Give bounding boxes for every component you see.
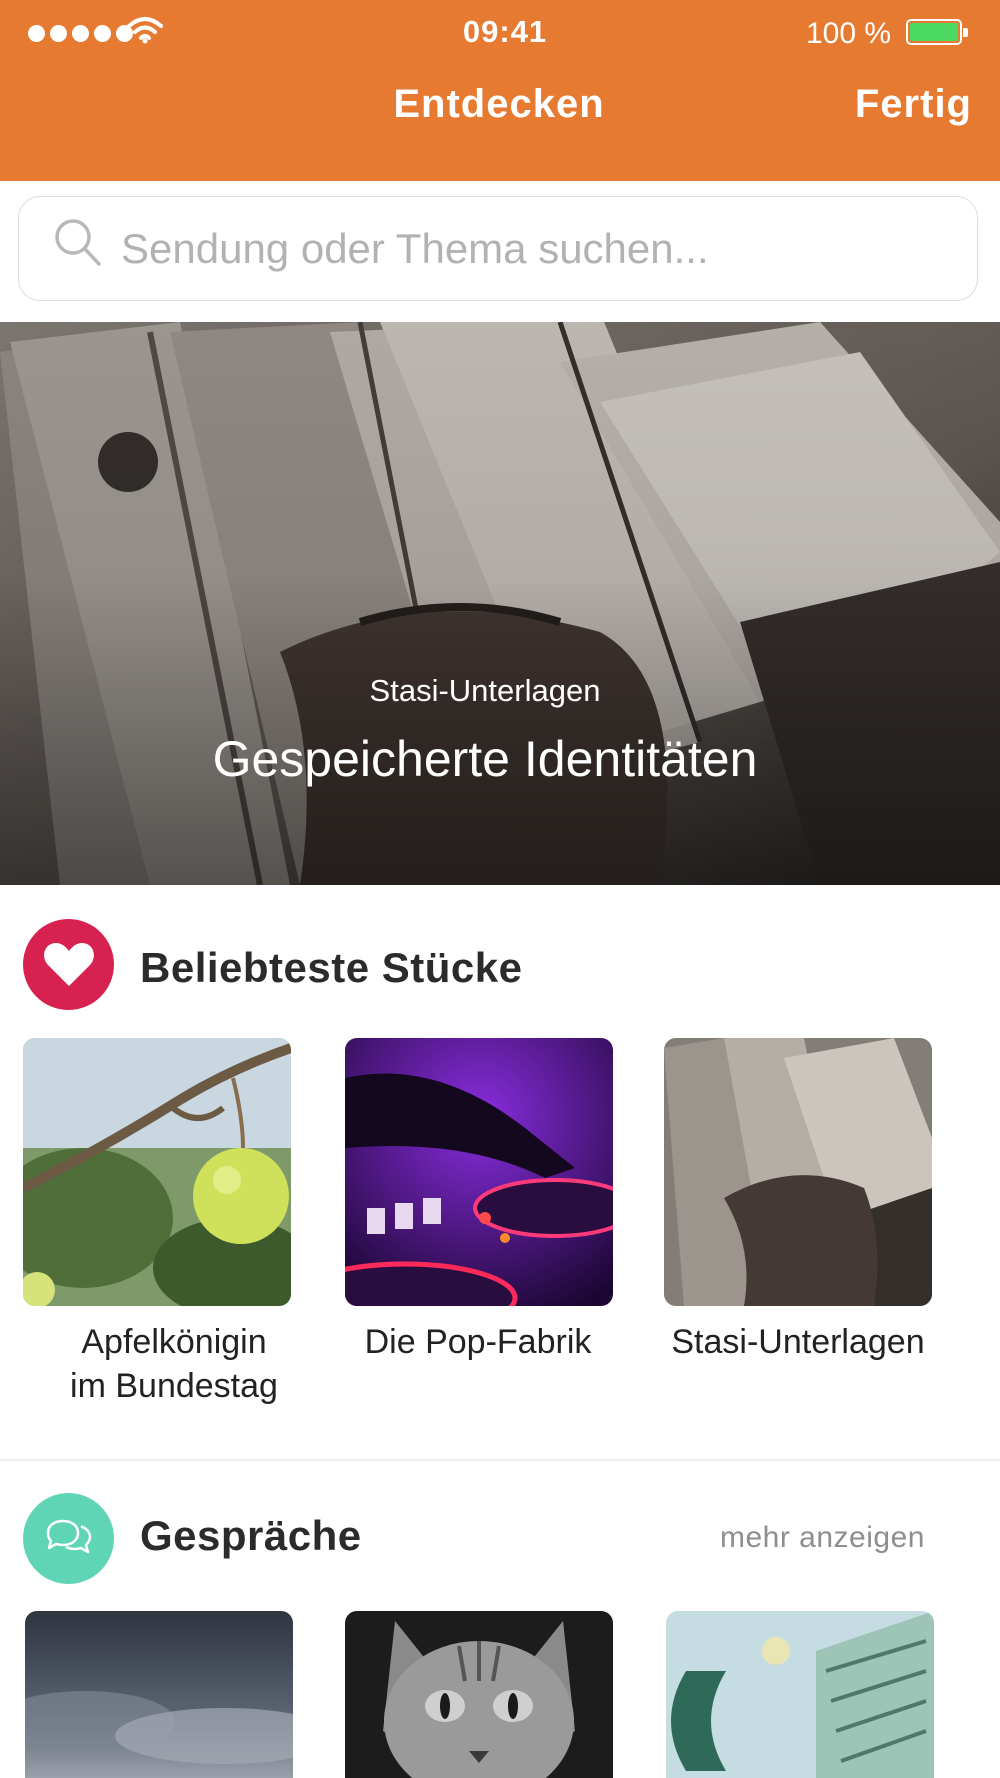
search-bar[interactable] [18, 196, 978, 301]
top-bar: 09:41 100 % Entdecken Fertig [0, 0, 1000, 181]
section-divider [0, 1459, 1000, 1461]
caption-stasi-unterlagen[interactable]: Stasi-Unterlagen [648, 1320, 948, 1364]
thumb-apfelkoenigin[interactable] [23, 1038, 291, 1306]
chat-bubbles-icon [23, 1493, 114, 1584]
euro-banknote-image [666, 1611, 934, 1778]
featured-banner[interactable] [0, 322, 1000, 885]
thumb-conversation-cat[interactable] [345, 1611, 613, 1778]
apple-branch-image [23, 1038, 291, 1306]
caption-apfelkoenigin[interactable]: Apfelkönigin im Bundestag [24, 1320, 324, 1408]
section-title-conversations: Gespräche [140, 1512, 362, 1559]
featured-subtitle: Stasi-Unterlagen [369, 673, 601, 708]
done-button[interactable]: Fertig [855, 82, 972, 127]
page-title: Entdecken [393, 82, 605, 126]
thumb-stasi-unterlagen[interactable] [664, 1038, 932, 1306]
search-input[interactable] [121, 221, 941, 277]
cat-face-image [345, 1611, 613, 1778]
caption-pop-fabrik[interactable]: Die Pop-Fabrik [328, 1320, 628, 1364]
cloudy-sky-image [25, 1611, 293, 1778]
dj-mixer-image [345, 1038, 613, 1306]
thumb-conversation-sky[interactable] [25, 1611, 293, 1778]
thumb-pop-fabrik[interactable] [345, 1038, 613, 1306]
file-folders-image [664, 1038, 932, 1306]
featured-title: Gespeicherte Identitäten [212, 731, 758, 787]
heart-icon [23, 919, 114, 1010]
section-title-popular: Beliebteste Stücke [140, 944, 523, 991]
thumb-conversation-euro[interactable] [666, 1611, 934, 1778]
show-more-link[interactable]: mehr anzeigen [720, 1521, 925, 1555]
status-bar: 09:41 100 % [0, 0, 1000, 66]
search-icon [55, 219, 101, 266]
battery-icon [906, 19, 968, 45]
battery-percentage: 100 % [806, 17, 892, 50]
